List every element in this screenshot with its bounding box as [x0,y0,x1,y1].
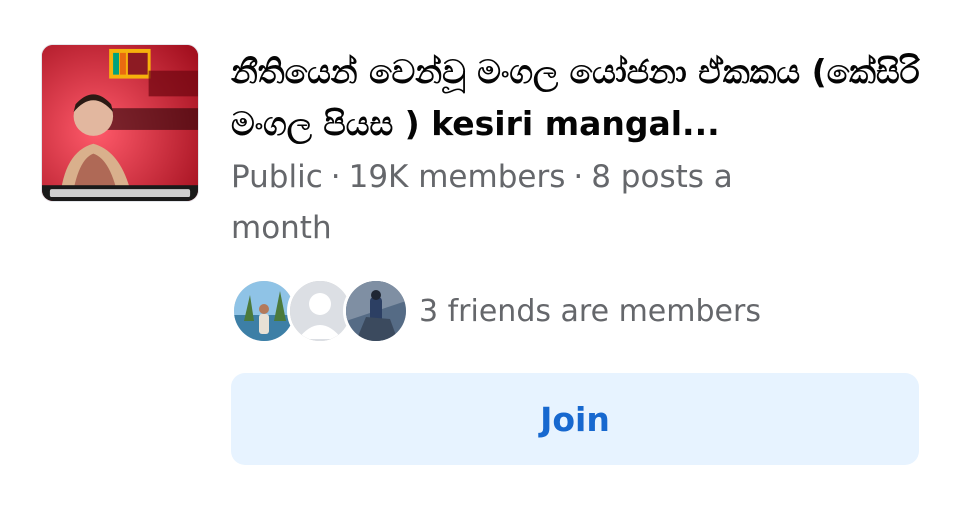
group-member-count: 19K members [348,159,566,195]
group-info: නීතියෙන් වෙන්වූ මංගල යෝජනා ඒකකය (කේසිරි … [231,46,931,254]
friends-members-text: 3 friends are members [419,293,761,329]
group-meta: Public · 19K members · 8 posts a month [231,152,831,254]
group-privacy: Public [231,159,323,195]
meta-separator: · [330,159,341,195]
join-button[interactable]: Join [231,373,919,465]
meta-separator: · [573,159,584,195]
friends-members-row[interactable]: 3 friends are members [231,278,761,344]
group-cover-thumbnail[interactable] [41,44,199,202]
friend-avatars [231,278,409,344]
group-suggestion-card: නීතියෙන් වෙන්වූ මංගල යෝජනා ඒකකය (කේසිරි … [0,0,960,530]
group-name[interactable]: නීතියෙන් වෙන්වූ මංගල යෝජනා ඒකකය (කේසිරි … [231,46,921,150]
avatar [343,278,409,344]
